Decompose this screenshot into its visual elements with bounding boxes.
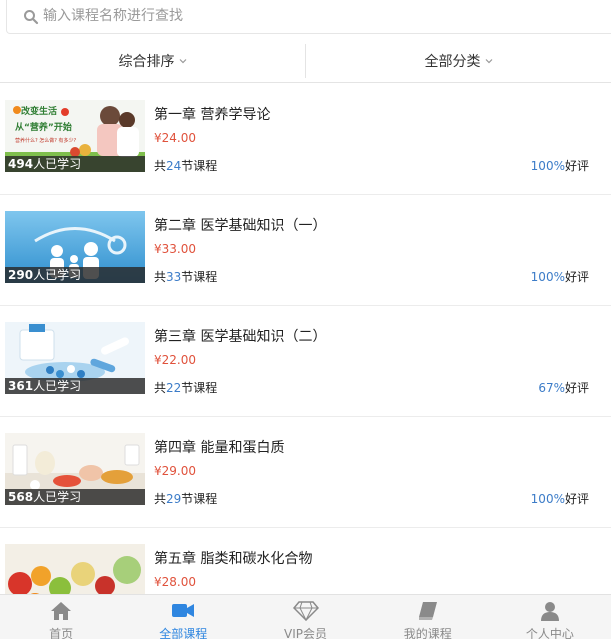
course-item[interactable]: 改变生活 从“营养”开始 营养什么? 怎么做? 有多少? 494人已学习 第一章… — [0, 84, 611, 195]
filter-bar: 综合排序 全部分类 — [0, 40, 611, 83]
category-dropdown-label: 全部分类 — [424, 54, 481, 70]
search-input[interactable] — [43, 4, 543, 28]
tab-my-courses[interactable]: 我的课程 — [367, 595, 489, 639]
course-thumbnail: 361人已学习 — [5, 322, 145, 394]
course-title: 第一章 营养学导论 — [154, 107, 271, 123]
thumbnail-caption: 改变生活 — [21, 105, 57, 117]
sort-dropdown-label: 综合排序 — [118, 54, 175, 70]
tab-label: 我的课程 — [403, 627, 452, 639]
course-thumbnail: 改变生活 从“营养”开始 营养什么? 怎么做? 有多少? 494人已学习 — [5, 100, 145, 172]
thumbnail-caption: 从“营养”开始 — [15, 121, 72, 133]
tab-label: VIP会员 — [284, 627, 327, 639]
course-thumbnail: 290人已学习 — [5, 211, 145, 283]
course-list: 改变生活 从“营养”开始 营养什么? 怎么做? 有多少? 494人已学习 第一章… — [0, 84, 611, 639]
lesson-count: 共24节课程 — [154, 159, 218, 173]
rating: 100%好评 — [530, 159, 589, 173]
course-title: 第二章 医学基础知识（一） — [154, 218, 327, 234]
tab-vip[interactable]: VIP会员 — [244, 595, 366, 639]
learners-count: 290人已学习 — [5, 267, 145, 283]
home-icon — [51, 602, 72, 620]
rating: 100%好评 — [530, 270, 589, 284]
rating: 67%好评 — [538, 381, 589, 395]
course-price: ¥22.00 — [154, 353, 196, 367]
category-dropdown[interactable]: 全部分类 — [305, 44, 611, 78]
chevron-down-icon — [179, 59, 186, 64]
learners-count: 568人已学习 — [5, 489, 145, 505]
chevron-down-icon — [485, 59, 492, 64]
course-item[interactable]: 568人已学习 第四章 能量和蛋白质 ¥29.00 共29节课程 100%好评 — [0, 417, 611, 528]
course-title: 第五章 脂类和碳水化合物 — [154, 551, 313, 567]
sort-dropdown[interactable]: 综合排序 — [0, 40, 305, 82]
course-item[interactable]: 361人已学习 第三章 医学基础知识（二） ¥22.00 共22节课程 67%好… — [0, 306, 611, 417]
lesson-count: 共29节课程 — [154, 492, 218, 506]
course-price: ¥28.00 — [154, 575, 196, 589]
tab-all-courses[interactable]: 全部课程 — [122, 595, 244, 639]
tab-home[interactable]: 首页 — [0, 595, 122, 639]
book-icon — [418, 602, 437, 620]
tab-label: 首页 — [49, 627, 74, 639]
user-icon — [540, 602, 559, 621]
thumbnail-caption: 营养什么? 怎么做? 有多少? — [15, 137, 76, 144]
lesson-count: 共33节课程 — [154, 270, 218, 284]
tab-profile[interactable]: 个人中心 — [489, 595, 611, 639]
learners-count: 494人已学习 — [5, 156, 145, 172]
search-bar[interactable] — [6, 0, 611, 34]
rating: 100%好评 — [530, 492, 589, 506]
course-price: ¥24.00 — [154, 131, 196, 145]
course-price: ¥33.00 — [154, 242, 196, 256]
course-thumbnail: 568人已学习 — [5, 433, 145, 505]
video-camera-icon — [172, 604, 195, 617]
course-title: 第四章 能量和蛋白质 — [154, 440, 285, 456]
course-price: ¥29.00 — [154, 464, 196, 478]
course-title: 第三章 医学基础知识（二） — [154, 329, 327, 345]
search-icon — [24, 10, 39, 25]
learners-count: 361人已学习 — [5, 378, 145, 394]
tab-label: 全部课程 — [159, 627, 208, 639]
tab-label: 个人中心 — [525, 627, 574, 639]
lesson-count: 共22节课程 — [154, 381, 218, 395]
course-item[interactable]: 290人已学习 第二章 医学基础知识（一） ¥33.00 共33节课程 100%… — [0, 195, 611, 306]
diamond-icon — [292, 601, 319, 621]
bottom-tab-bar: 首页 全部课程 VIP会员 我的课程 个人中心 — [0, 594, 611, 639]
